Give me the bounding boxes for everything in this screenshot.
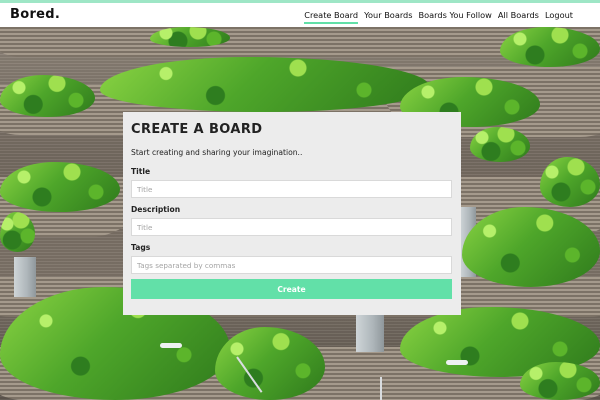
foliage bbox=[0, 75, 95, 117]
foliage bbox=[520, 362, 600, 400]
foliage bbox=[0, 212, 35, 252]
title-input[interactable] bbox=[131, 180, 452, 198]
form-subtitle: Start creating and sharing your imaginat… bbox=[131, 148, 303, 157]
title-label: Title bbox=[131, 167, 151, 176]
foliage bbox=[150, 27, 230, 47]
foliage bbox=[540, 157, 600, 207]
foliage bbox=[0, 162, 120, 212]
create-button[interactable]: Create bbox=[131, 279, 452, 299]
nav-link-logout[interactable]: Logout bbox=[545, 10, 573, 24]
logo[interactable]: Bored. bbox=[10, 7, 60, 22]
building-pillar bbox=[14, 257, 36, 297]
nav-link-create-board[interactable]: Create Board bbox=[304, 10, 359, 24]
tags-label: Tags bbox=[131, 243, 151, 252]
description-input[interactable] bbox=[131, 218, 452, 236]
foliage bbox=[100, 57, 430, 112]
building-pillar bbox=[356, 312, 384, 352]
nav-links: Create Board Your Boards Boards You Foll… bbox=[304, 10, 573, 24]
foliage bbox=[470, 127, 530, 162]
create-board-form: CREATE A BOARD Start creating and sharin… bbox=[123, 112, 461, 315]
street-lamp bbox=[446, 360, 468, 365]
description-label: Description bbox=[131, 205, 181, 214]
form-title: CREATE A BOARD bbox=[131, 122, 263, 137]
street-lamp bbox=[160, 343, 182, 348]
navbar: Bored. Create Board Your Boards Boards Y… bbox=[0, 3, 600, 27]
street-lamp-pole bbox=[380, 377, 382, 400]
foliage bbox=[500, 27, 600, 67]
nav-link-your-boards[interactable]: Your Boards bbox=[364, 10, 412, 24]
nav-link-all-boards[interactable]: All Boards bbox=[498, 10, 539, 24]
tags-input[interactable] bbox=[131, 256, 452, 274]
nav-link-boards-you-follow[interactable]: Boards You Follow bbox=[419, 10, 492, 24]
foliage bbox=[215, 327, 325, 400]
